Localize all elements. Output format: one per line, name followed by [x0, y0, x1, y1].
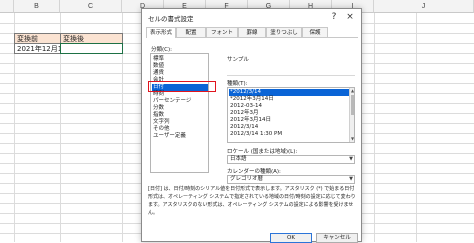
corner-header[interactable]	[0, 0, 14, 13]
type-item[interactable]: *2012年3月14日	[229, 96, 349, 103]
category-item[interactable]: 分数	[152, 105, 208, 112]
type-item[interactable]: 2012-03-14	[229, 103, 349, 110]
tab-font[interactable]: フォント	[206, 27, 238, 37]
category-item[interactable]: パーセンテージ	[152, 98, 208, 105]
help-icon[interactable]: ?	[328, 11, 340, 23]
type-item[interactable]: 2012年3月	[229, 110, 349, 117]
category-label: 分類(C):	[151, 47, 172, 53]
chevron-down-icon: ▼	[349, 176, 353, 182]
dialog-title: セルの書式設定	[148, 15, 194, 23]
tab-border[interactable]: 罫線	[238, 27, 266, 37]
close-icon[interactable]: ×	[344, 11, 356, 23]
column-header-b[interactable]: B	[14, 0, 60, 13]
tab-alignment[interactable]: 配置	[176, 27, 206, 37]
tab-protection[interactable]: 保護	[302, 27, 328, 37]
category-list[interactable]: 標準 数値 通貨 会計 日付 時刻 パーセンテージ 分数 指数 文字列 その他 …	[150, 53, 209, 173]
scroll-up-icon[interactable]: ▲	[350, 88, 354, 93]
calendar-label: カレンダーの種類(A):	[227, 169, 281, 175]
chevron-down-icon: ▼	[349, 156, 353, 162]
sample-label: サンプル	[227, 57, 249, 63]
type-list[interactable]: *2012/3/14 *2012年3月14日 2012-03-14 2012年3…	[227, 87, 355, 143]
type-item[interactable]: 2012年3月14日	[229, 117, 349, 124]
scroll-thumb[interactable]	[351, 95, 354, 115]
type-item[interactable]: 2012/3/14	[229, 124, 349, 131]
type-list-scrollbar[interactable]: ▲ ▼	[349, 88, 354, 142]
calendar-select[interactable]: グレゴリオ暦 ▼	[227, 175, 355, 184]
category-item[interactable]: ユーザー定義	[152, 133, 208, 140]
category-item[interactable]: 数値	[152, 63, 208, 70]
category-item[interactable]: 標準	[152, 56, 208, 63]
sample-preview	[227, 64, 355, 76]
dialog-titlebar[interactable]: セルの書式設定 ? ×	[142, 9, 361, 26]
tab-strip: 表示形式 配置 フォント 罫線 塗りつぶし 保護	[146, 27, 358, 38]
type-label: 種類(T):	[227, 81, 248, 87]
tab-fill[interactable]: 塗りつぶし	[266, 27, 302, 37]
scroll-down-icon[interactable]: ▼	[350, 136, 354, 141]
category-item[interactable]: 時刻	[152, 91, 208, 98]
format-description: [日付] は、日付/時刻のシリアル値を日付形式で表示します。アスタリスク (*)…	[148, 186, 356, 216]
locale-label: ロケール (国または地域)(L):	[227, 149, 298, 155]
locale-value: 日本語	[230, 156, 247, 162]
type-item-selected[interactable]: *2012/3/14	[229, 89, 349, 96]
type-item[interactable]: 2012/3/14 1:30 PM	[229, 131, 349, 138]
format-cells-dialog: セルの書式設定 ? × 表示形式 配置 フォント 罫線 塗りつぶし 保護 分類(…	[141, 8, 362, 243]
calendar-value: グレゴリオ暦	[230, 176, 264, 182]
locale-select[interactable]: 日本語 ▼	[227, 155, 355, 164]
category-item[interactable]: 文字列	[152, 119, 208, 126]
tab-number-format[interactable]: 表示形式	[146, 27, 176, 38]
column-header-j[interactable]: J	[374, 0, 474, 13]
cell-c3-active[interactable]	[60, 43, 123, 54]
highlight-box	[148, 81, 216, 92]
cell-b3-date[interactable]: 2021年12月10日	[14, 43, 61, 54]
category-item[interactable]: その他	[152, 126, 208, 133]
category-item[interactable]: 指数	[152, 112, 208, 119]
category-item[interactable]: 通貨	[152, 70, 208, 77]
column-header-c[interactable]: C	[60, 0, 122, 13]
